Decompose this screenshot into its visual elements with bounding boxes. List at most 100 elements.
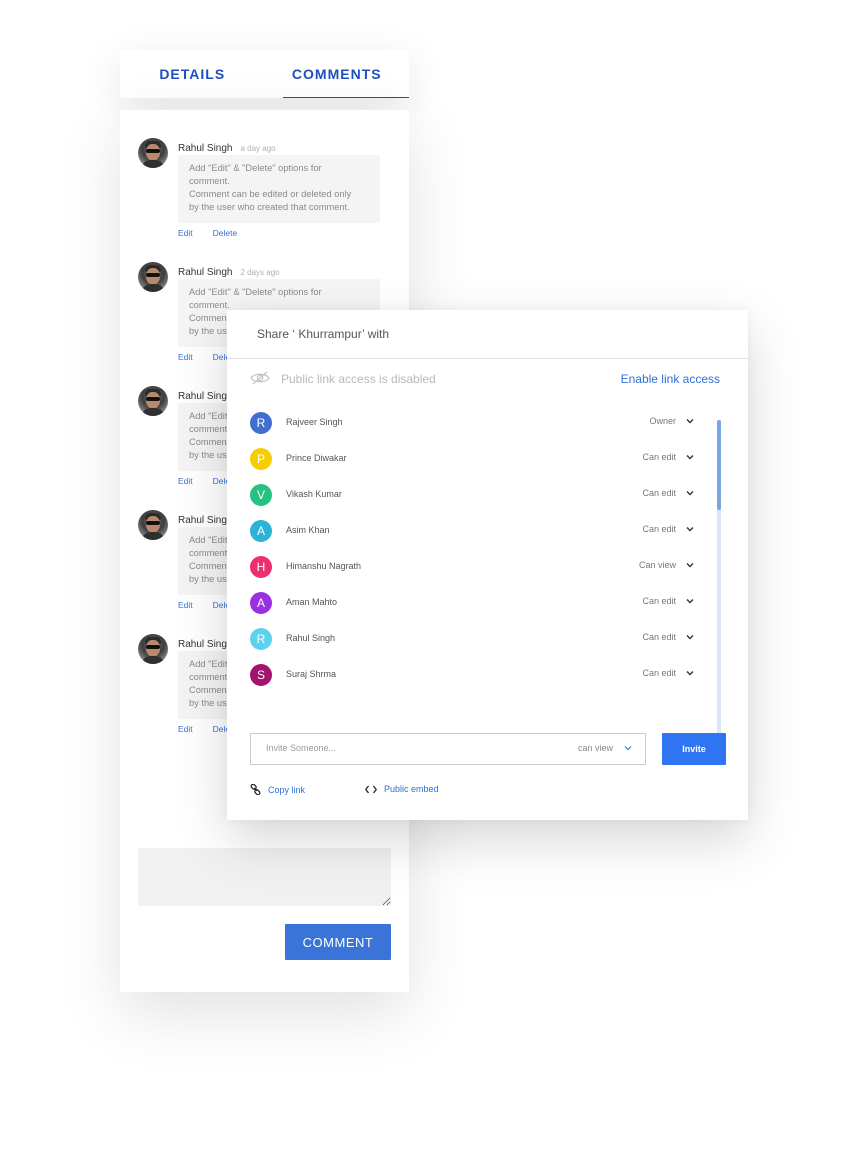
member-name: Rahul Singh: [286, 633, 336, 643]
member-role-select[interactable]: Can edit: [642, 523, 696, 535]
divider: [227, 358, 748, 359]
share-dialog: Share ‘ Khurrampur’ with Public link acc…: [227, 310, 748, 820]
member-name: Vikash Kumar: [286, 489, 342, 499]
member-avatar: A: [250, 520, 272, 542]
comment-header: Rahul Singh a day ago: [178, 138, 276, 156]
comment-author: Rahul Singh: [178, 639, 233, 650]
copy-link-label: Copy link: [268, 784, 306, 795]
member-row: S Suraj Shrma Can edit: [250, 664, 696, 686]
comment-line: Comment can be edited or deleted only: [189, 189, 352, 199]
invite-field[interactable]: Invite Someone... can view: [250, 733, 646, 765]
comment-line: by the user who created that comment.: [189, 202, 350, 212]
comment-time: 2 days ago: [240, 268, 280, 277]
member-name: Prince Diwakar: [286, 453, 347, 463]
avatar-body: [141, 532, 165, 540]
comment-author: Rahul Singh: [178, 515, 233, 526]
avatar-glasses: [146, 521, 160, 525]
chevron-down-icon: [686, 635, 694, 640]
member-role-select[interactable]: Owner: [649, 415, 696, 427]
edit-comment-link[interactable]: Edit: [178, 724, 193, 734]
member-avatar: V: [250, 484, 272, 506]
member-avatar: S: [250, 664, 272, 686]
member-avatar: A: [250, 592, 272, 614]
avatar: [138, 138, 168, 168]
delete-comment-link[interactable]: Delete: [213, 228, 238, 238]
avatar-glasses: [146, 397, 160, 401]
avatar-glasses: [146, 645, 160, 649]
member-name: Rajveer Singh: [286, 417, 343, 427]
chevron-down-icon: [686, 599, 694, 604]
invite-button[interactable]: Invite: [662, 733, 726, 765]
member-role-select[interactable]: Can edit: [642, 667, 696, 679]
chevron-down-icon: [686, 563, 694, 568]
member-role-select[interactable]: Can edit: [642, 487, 696, 499]
member-role-select[interactable]: Can view: [639, 559, 696, 571]
member-role-select[interactable]: Can edit: [642, 451, 696, 463]
scrollbar-thumb[interactable]: [717, 420, 721, 510]
member-name: Aman Mahto: [286, 597, 338, 607]
member-row: H Himanshu Nagrath Can view: [250, 556, 696, 578]
comment-header: Rahul Singh 2 days ago: [178, 262, 280, 280]
member-avatar: H: [250, 556, 272, 578]
code-icon: [365, 785, 377, 793]
edit-comment-link[interactable]: Edit: [178, 600, 193, 610]
chevron-down-icon: [686, 455, 694, 460]
invite-placeholder[interactable]: Invite Someone...: [266, 743, 336, 753]
avatar: [138, 634, 168, 664]
tabs-bar: DETAILS COMMENTS: [120, 50, 409, 98]
comment-line: Add "Edit" & "Delete" options for: [189, 163, 322, 173]
edit-comment-link[interactable]: Edit: [178, 228, 193, 238]
avatar: [138, 510, 168, 540]
member-role-select[interactable]: Can edit: [642, 631, 696, 643]
edit-comment-link[interactable]: Edit: [178, 352, 193, 362]
comment-author: Rahul Singh: [178, 391, 233, 402]
avatar-body: [141, 284, 165, 292]
member-row: R Rajveer Singh Owner: [250, 412, 696, 434]
invite-role-select[interactable]: can view: [578, 743, 633, 753]
enable-link-access[interactable]: Enable link access: [621, 372, 720, 386]
avatar-glasses: [146, 149, 160, 153]
member-avatar: R: [250, 412, 272, 434]
public-link-status: Public link access is disabled: [281, 372, 436, 386]
avatar-body: [141, 656, 165, 664]
chevron-down-icon: [686, 491, 694, 496]
member-name: Suraj Shrma: [286, 669, 337, 679]
member-role-select[interactable]: Can edit: [642, 595, 696, 607]
member-role-label: Can edit: [642, 632, 676, 642]
comment-time: a day ago: [240, 144, 276, 153]
avatar-body: [141, 408, 165, 416]
avatar-glasses: [146, 273, 160, 277]
tab-details[interactable]: DETAILS: [120, 50, 265, 98]
comment-button[interactable]: COMMENT: [285, 924, 391, 960]
tab-comments[interactable]: COMMENTS: [265, 50, 410, 98]
member-role-label: Can edit: [642, 596, 676, 606]
edit-comment-link[interactable]: Edit: [178, 476, 193, 486]
member-avatar: R: [250, 628, 272, 650]
chevron-down-icon: [686, 671, 694, 676]
chevron-down-icon: [624, 746, 632, 751]
copy-link-button[interactable]: Copy link: [250, 784, 305, 795]
avatar: [138, 386, 168, 416]
eye-off-icon: [250, 371, 270, 385]
members-scrollbar[interactable]: [717, 420, 721, 736]
avatar-body: [141, 160, 165, 168]
public-embed-button[interactable]: Public embed: [365, 784, 439, 794]
comment-line: comment.: [189, 176, 230, 186]
avatar: [138, 262, 168, 292]
member-avatar: P: [250, 448, 272, 470]
chevron-down-icon: [686, 527, 694, 532]
member-row: A Aman Mahto Can edit: [250, 592, 696, 614]
member-row: P Prince Diwakar Can edit: [250, 448, 696, 470]
member-row: V Vikash Kumar Can edit: [250, 484, 696, 506]
member-name: Asim Khan: [286, 525, 330, 535]
invite-role-label: can view: [577, 743, 613, 753]
comment-author: Rahul Singh: [178, 143, 233, 154]
member-name: Himanshu Nagrath: [286, 561, 362, 571]
comment-author: Rahul Singh: [178, 267, 233, 278]
member-role-label: Can edit: [642, 452, 676, 462]
comment-line: Add "Edit" & "Delete" options for: [189, 287, 322, 297]
member-role-label: Owner: [649, 416, 676, 426]
comment-input[interactable]: [138, 848, 391, 906]
public-link-row: Public link access is disabled Enable li…: [249, 370, 720, 390]
comment-body: Add "Edit" & "Delete" options for comment…: [178, 155, 380, 223]
